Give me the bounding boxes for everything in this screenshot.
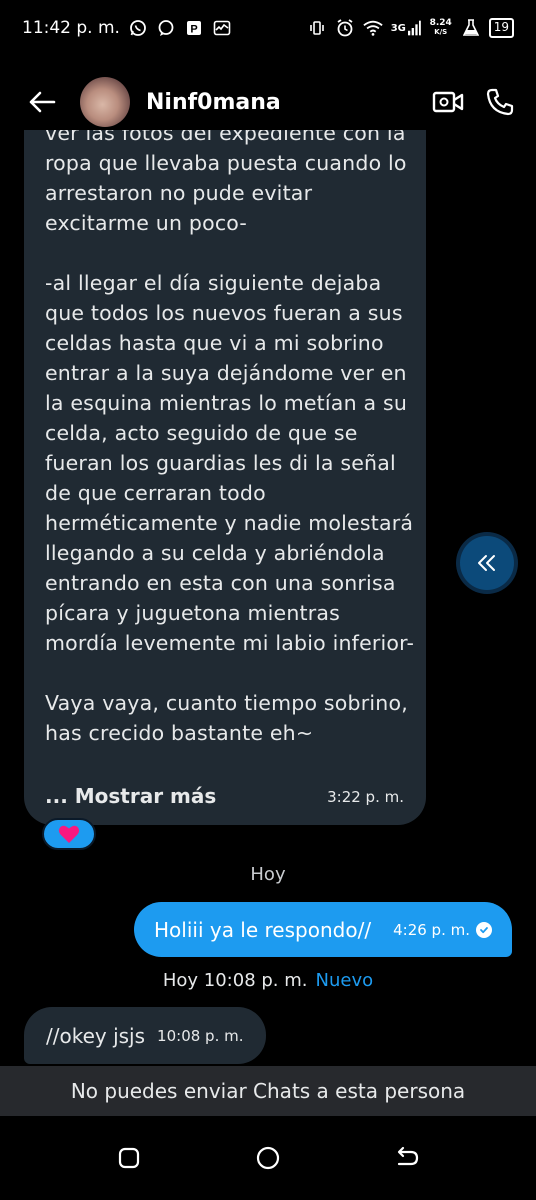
cannot-send-notice: No puedes enviar Chats a esta persona [0,1066,536,1116]
outgoing-message-time: 4:26 p. m. [393,920,470,939]
battery-indicator: 19 [488,18,514,38]
heart-reaction[interactable] [42,818,96,850]
incoming-message-bubble[interactable]: ver las fotos del expediente con la ropa… [24,130,426,825]
back-icon[interactable] [387,1138,427,1178]
speed-indicator: 8.24 K/S [429,18,453,38]
show-more-link[interactable]: ... Mostrar más [45,784,216,808]
new-badge: Nuevo [315,970,374,991]
video-call-icon[interactable] [428,82,468,122]
new-messages-separator: Hoy 10:08 p. m. Nuevo [0,970,536,991]
outgoing-message-text: Holiii ya le respondo// [154,917,372,942]
scroll-down-button[interactable] [460,536,514,590]
network-type: 3G [390,22,406,34]
system-nav-bar [0,1116,536,1200]
chat-header-overlay: Ninf0mana [0,56,536,148]
outgoing-message-bubble[interactable]: Holiii ya le respondo// 4:26 p. m. [134,902,512,957]
alarm-icon [335,18,355,38]
new-separator-time: Hoy 10:08 p. m. [162,970,308,991]
day-separator: Hoy [250,864,286,885]
speed-unit: K/S [434,28,448,36]
signal-icon: 3G [391,18,421,38]
vibrate-icon [307,18,327,38]
read-check-icon [476,921,492,938]
status-bar: 11:42 p. m. P 3G 8.24 K/S 19 [0,0,536,56]
incoming-short-time: 10:08 p. m. [157,1026,244,1045]
incoming-short-text: //okey jsjs [46,1023,146,1048]
status-time: 11:42 p. m. [22,18,120,38]
heart-icon [58,825,80,843]
double-chevron-left-icon [478,555,495,571]
svg-text:P: P [190,24,197,36]
avatar[interactable] [80,77,130,127]
contact-name[interactable]: Ninf0mana [146,90,416,115]
whatsapp-icon [128,18,148,38]
chat-bubble-icon [156,18,176,38]
speed-value: 8.24 [429,18,452,28]
incoming-message-bubble-short[interactable]: //okey jsjs 10:08 p. m. [24,1007,266,1064]
wifi-icon [363,18,383,38]
activity-icon [212,18,232,38]
message-time: 3:22 p. m. [327,788,404,806]
app-p-icon: P [184,18,204,38]
home-icon[interactable] [248,1138,288,1178]
message-text: ver las fotos del expediente con la ropa… [45,130,415,745]
lab-icon [461,18,481,38]
recents-icon[interactable] [109,1138,149,1178]
phone-icon[interactable] [480,82,520,122]
back-arrow-icon[interactable] [24,84,60,120]
